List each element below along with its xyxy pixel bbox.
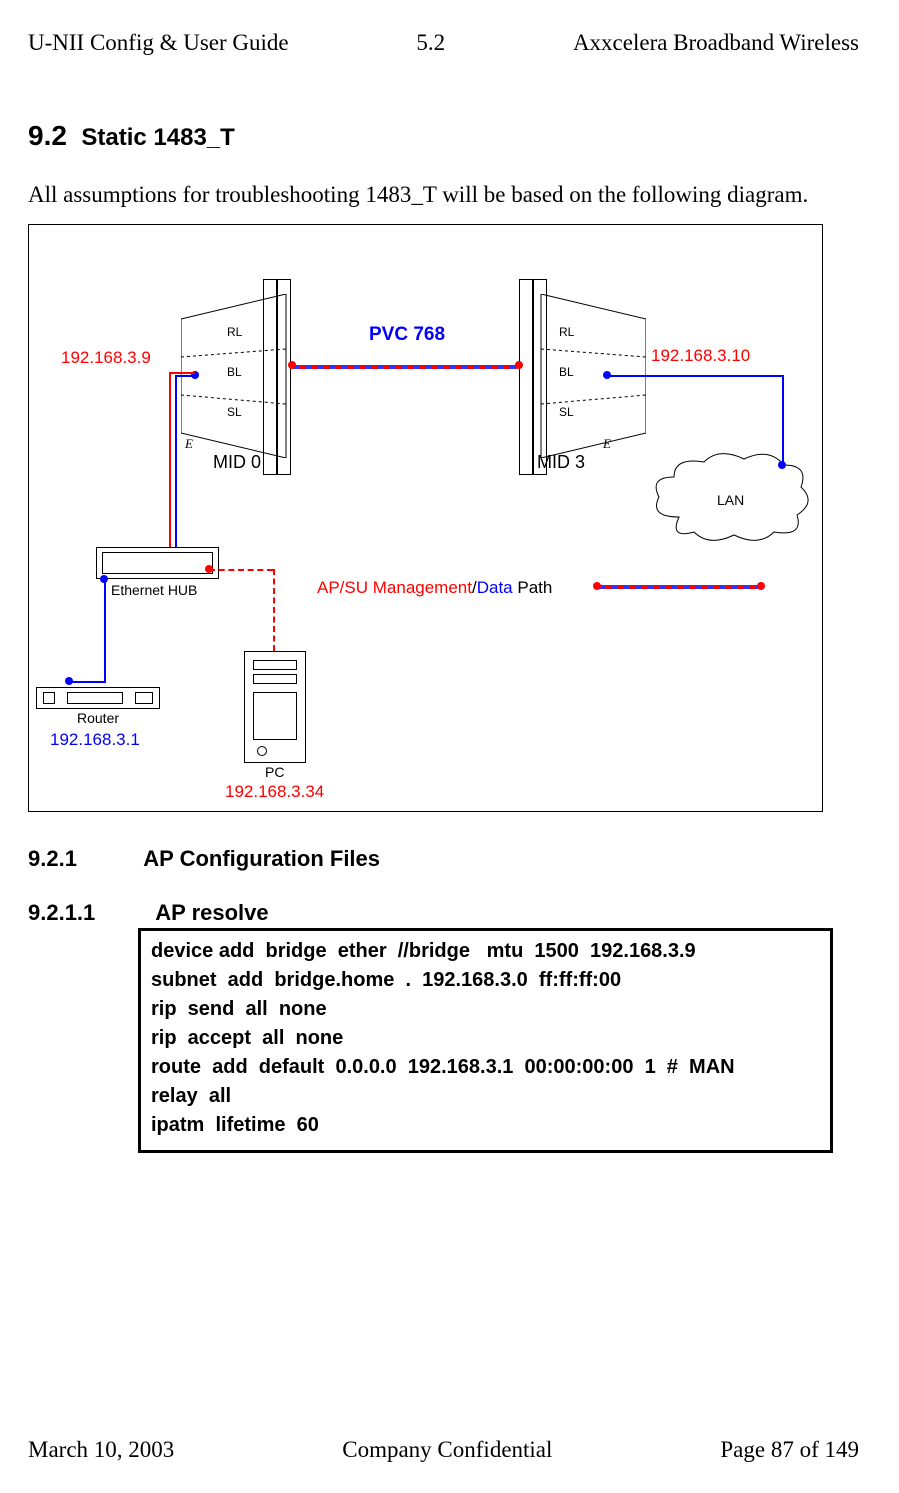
hub-pc-dot — [205, 565, 213, 573]
legend-line — [599, 585, 759, 589]
su-pvc-dot — [515, 361, 523, 369]
ap-resolve-codebox: device add bridge ether //bridge mtu 150… — [138, 928, 833, 1153]
legend-dot-right — [757, 582, 765, 590]
ap-hub-redline-h — [169, 372, 195, 374]
su-lan-line-v — [782, 375, 784, 465]
header-left: U-NII Config & User Guide — [28, 30, 289, 56]
su-antenna-icon — [519, 279, 533, 475]
section-9-2-heading: 9.2 Static 1483_T — [28, 120, 859, 152]
hub-pc-line-v — [273, 569, 275, 651]
su-lan-line-h — [607, 375, 784, 377]
footer-right: Page 87 of 149 — [720, 1437, 859, 1463]
ap-ip-label: 192.168.3.9 — [61, 349, 151, 366]
legend-dot-left — [593, 582, 601, 590]
ap-pvc-dot — [288, 361, 296, 369]
ap-antenna-icon — [277, 279, 291, 475]
su-e-label: E — [603, 437, 611, 450]
path-legend: AP/SU Management/Data Path — [317, 579, 552, 596]
ap-sl-label: SL — [227, 405, 242, 419]
pvc-label: PVC 768 — [369, 325, 445, 344]
network-diagram: RL BL SL RL BL SL PVC 768 192.168.3.9 19… — [28, 224, 823, 812]
pc-ip: 192.168.3.34 — [225, 783, 324, 800]
section-9-2-title: Static 1483_T — [81, 124, 234, 151]
su-antenna-icon — [533, 279, 547, 475]
hub-pc-line-h — [209, 569, 273, 571]
hub-router-line-v — [104, 577, 106, 681]
page-footer: March 10, 2003 Company Confidential Page… — [28, 1437, 859, 1463]
su-e-dot — [603, 371, 611, 379]
footer-center: Company Confidential — [342, 1437, 552, 1463]
ap-bl-label: BL — [227, 365, 242, 379]
ap-hub-redline-v — [169, 372, 171, 562]
mid0-label: MID 0 — [213, 453, 261, 471]
mid3-label: MID 3 — [537, 453, 585, 471]
router-label: Router — [77, 711, 119, 725]
ap-trapezoid-icon — [181, 294, 316, 458]
ap-rl-label: RL — [227, 325, 242, 339]
su-sl-label: SL — [559, 405, 574, 419]
section-9-2-1-heading: 9.2.1 AP Configuration Files — [28, 846, 859, 872]
hub-out-dot — [100, 575, 108, 583]
header-center: 5.2 — [416, 30, 445, 56]
section-9-2-1-title: AP Configuration Files — [143, 846, 380, 871]
section-9-2-number: 9.2 — [28, 120, 67, 151]
section-9-2-1-1-number: 9.2.1.1 — [28, 900, 150, 926]
header-right: Axxcelera Broadband Wireless — [573, 30, 859, 56]
su-ip-label: 192.168.3.10 — [651, 347, 750, 364]
path-apsu: AP/SU — [317, 578, 373, 597]
su-rl-label: RL — [559, 325, 574, 339]
router-in-dot — [65, 677, 73, 685]
pc-label: PC — [265, 765, 284, 779]
footer-left: March 10, 2003 — [28, 1437, 174, 1463]
ap-antenna-icon — [263, 279, 277, 475]
pc-icon — [244, 651, 306, 763]
section-9-2-1-number: 9.2.1 — [28, 846, 138, 872]
path-m: Management — [373, 578, 472, 597]
su-bl-label: BL — [559, 365, 574, 379]
router-ip: 192.168.3.1 — [50, 731, 140, 748]
ethernet-hub-icon — [96, 547, 219, 579]
ap-hub-line-v — [175, 375, 177, 559]
hub-label: Ethernet HUB — [111, 583, 197, 597]
page-header: U-NII Config & User Guide 5.2 Axxcelera … — [28, 30, 859, 56]
intro-paragraph: All assumptions for troubleshooting 1483… — [28, 180, 859, 210]
router-icon — [36, 687, 160, 709]
path-data: Data — [477, 578, 518, 597]
section-9-2-1-1-title: AP resolve — [155, 900, 268, 925]
lan-dot — [778, 461, 786, 469]
ap-e-label: E — [185, 437, 193, 450]
section-9-2-1-1-heading: 9.2.1.1 AP resolve — [28, 900, 859, 926]
path-path: Path — [517, 578, 552, 597]
hub-router-line-h — [69, 681, 106, 683]
lan-label: LAN — [717, 493, 744, 507]
pvc-link-line — [293, 365, 517, 369]
